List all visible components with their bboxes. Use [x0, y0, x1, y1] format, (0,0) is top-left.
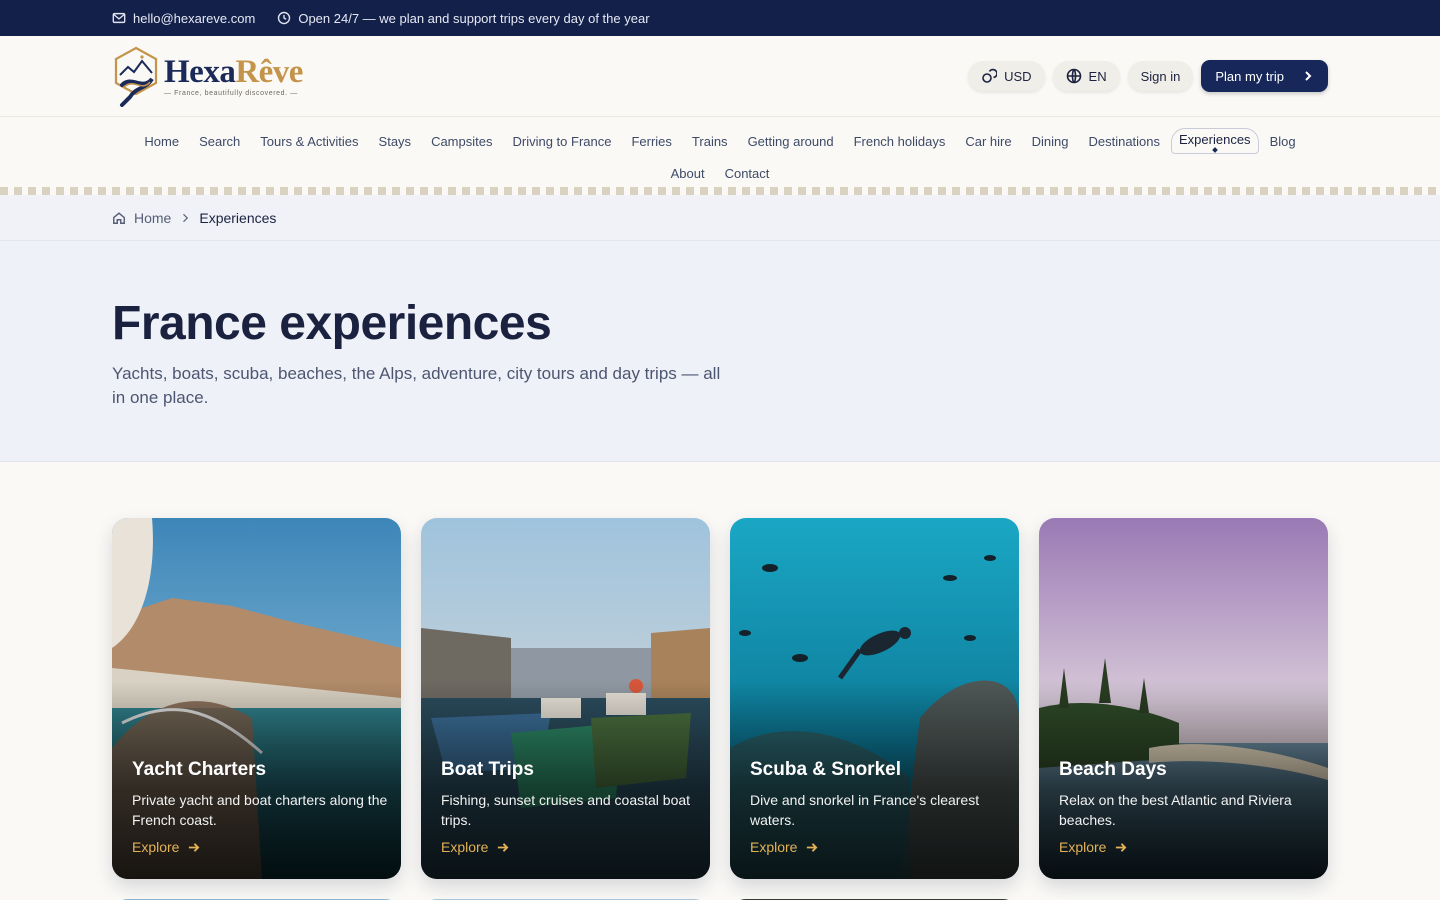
nav-item-tours[interactable]: Tours & Activities — [251, 130, 367, 153]
card-title: Scuba & Snorkel — [750, 759, 901, 780]
chevron-right-icon — [1305, 71, 1312, 81]
hero-section: France experiences Yachts, boats, scuba,… — [0, 241, 1440, 462]
breadcrumb-home[interactable]: Home — [134, 210, 171, 226]
card-title: Beach Days — [1059, 759, 1167, 780]
nav-item-home[interactable]: Home — [135, 130, 188, 153]
plan-my-trip-button[interactable]: Plan my trip — [1201, 60, 1328, 92]
currency-button[interactable]: USD — [968, 61, 1045, 91]
language-button[interactable]: EN — [1052, 61, 1120, 91]
card-title: Yacht Charters — [132, 759, 267, 780]
explore-link[interactable]: Explore — [441, 839, 690, 855]
experience-cards: Yacht Charters Private yacht and boat ch… — [0, 462, 1440, 879]
nav-item-dining[interactable]: Dining — [1023, 130, 1078, 153]
nav-item-car-hire[interactable]: Car hire — [956, 130, 1020, 153]
card-description: Private yacht and boat charters along th… — [132, 792, 388, 828]
email-info[interactable]: hello@hexareve.com — [112, 11, 255, 26]
language-label: EN — [1088, 68, 1107, 84]
coins-icon — [982, 68, 998, 83]
card-description: Fishing, sunset cruises and coastal boat… — [441, 792, 691, 828]
nav-item-destinations[interactable]: Destinations — [1079, 130, 1169, 153]
explore-link[interactable]: Explore — [750, 839, 999, 855]
nav-item-search[interactable]: Search — [190, 130, 249, 153]
card-boat-trips[interactable]: Boat Trips Fishing, sunset cruises and c… — [421, 518, 710, 879]
brand-logo[interactable]: HexaRêve — France, beautifully discovere… — [112, 45, 303, 107]
card-title: Boat Trips — [441, 759, 534, 780]
main-nav: Home Search Tours & Activities Stays Cam… — [0, 117, 1440, 185]
cta-label: Plan my trip — [1215, 68, 1284, 84]
globe-icon — [1066, 68, 1081, 84]
nav-item-experiences[interactable]: Experiences — [1171, 128, 1259, 154]
explore-link[interactable]: Explore — [132, 839, 381, 855]
explore-link[interactable]: Explore — [1059, 839, 1308, 855]
chevron-right-icon — [183, 213, 189, 222]
nav-item-blog[interactable]: Blog — [1261, 130, 1305, 153]
top-info-bar: hello@hexareve.com Open 24/7 — we plan a… — [0, 0, 1440, 36]
signin-label: Sign in — [1140, 68, 1181, 84]
nav-item-campsites[interactable]: Campsites — [422, 130, 501, 153]
nav-item-stays[interactable]: Stays — [370, 130, 421, 153]
card-beach-days[interactable]: Beach Days Relax on the best Atlantic an… — [1039, 518, 1328, 879]
card-description: Relax on the best Atlantic and Riviera b… — [1059, 792, 1292, 828]
breadcrumb: Home Experiences — [0, 195, 1440, 241]
nav-row-2: About Contact — [0, 157, 1440, 189]
email-text: hello@hexareve.com — [133, 10, 256, 26]
card-yacht-charters[interactable]: Yacht Charters Private yacht and boat ch… — [112, 518, 401, 879]
card-description: Dive and snorkel in France's clearest wa… — [750, 792, 980, 828]
next-cards-row — [0, 879, 1440, 900]
hours-text: Open 24/7 — we plan and support trips ev… — [298, 10, 650, 26]
home-icon — [113, 211, 125, 224]
nav-item-getting-around[interactable]: Getting around — [739, 130, 843, 153]
nav-row-1: Home Search Tours & Activities Stays Cam… — [0, 125, 1440, 157]
hexagon-logo-icon — [114, 46, 158, 107]
arrow-right-icon — [498, 842, 509, 852]
currency-label: USD — [1004, 68, 1032, 84]
signin-button[interactable]: Sign in — [1127, 61, 1194, 91]
breadcrumb-current: Experiences — [199, 209, 277, 226]
nav-item-contact[interactable]: Contact — [716, 162, 779, 185]
site-header: HexaRêve — France, beautifully discovere… — [0, 36, 1440, 117]
arrow-right-icon — [1116, 842, 1127, 852]
nav-item-driving[interactable]: Driving to France — [503, 130, 620, 153]
page-title: France experiences — [112, 297, 552, 350]
arrow-right-icon — [807, 842, 818, 852]
nav-item-ferries[interactable]: Ferries — [622, 130, 680, 153]
hours-info: Open 24/7 — we plan and support trips ev… — [277, 10, 650, 26]
card-scuba-snorkel[interactable]: Scuba & Snorkel Dive and snorkel in Fran… — [730, 518, 1019, 879]
decorative-divider — [0, 187, 1440, 195]
mail-icon — [112, 12, 126, 24]
page-subtitle: Yachts, boats, scuba, beaches, the Alps,… — [112, 364, 721, 407]
brand-name: HexaRêve — [164, 54, 303, 90]
arrow-right-icon — [189, 842, 200, 852]
clock-icon — [278, 11, 291, 25]
brand-tagline: — France, beautifully discovered. — — [164, 90, 298, 97]
nav-item-trains[interactable]: Trains — [683, 130, 737, 153]
nav-item-french-holidays[interactable]: French holidays — [845, 130, 955, 153]
nav-item-about[interactable]: About — [662, 162, 714, 185]
